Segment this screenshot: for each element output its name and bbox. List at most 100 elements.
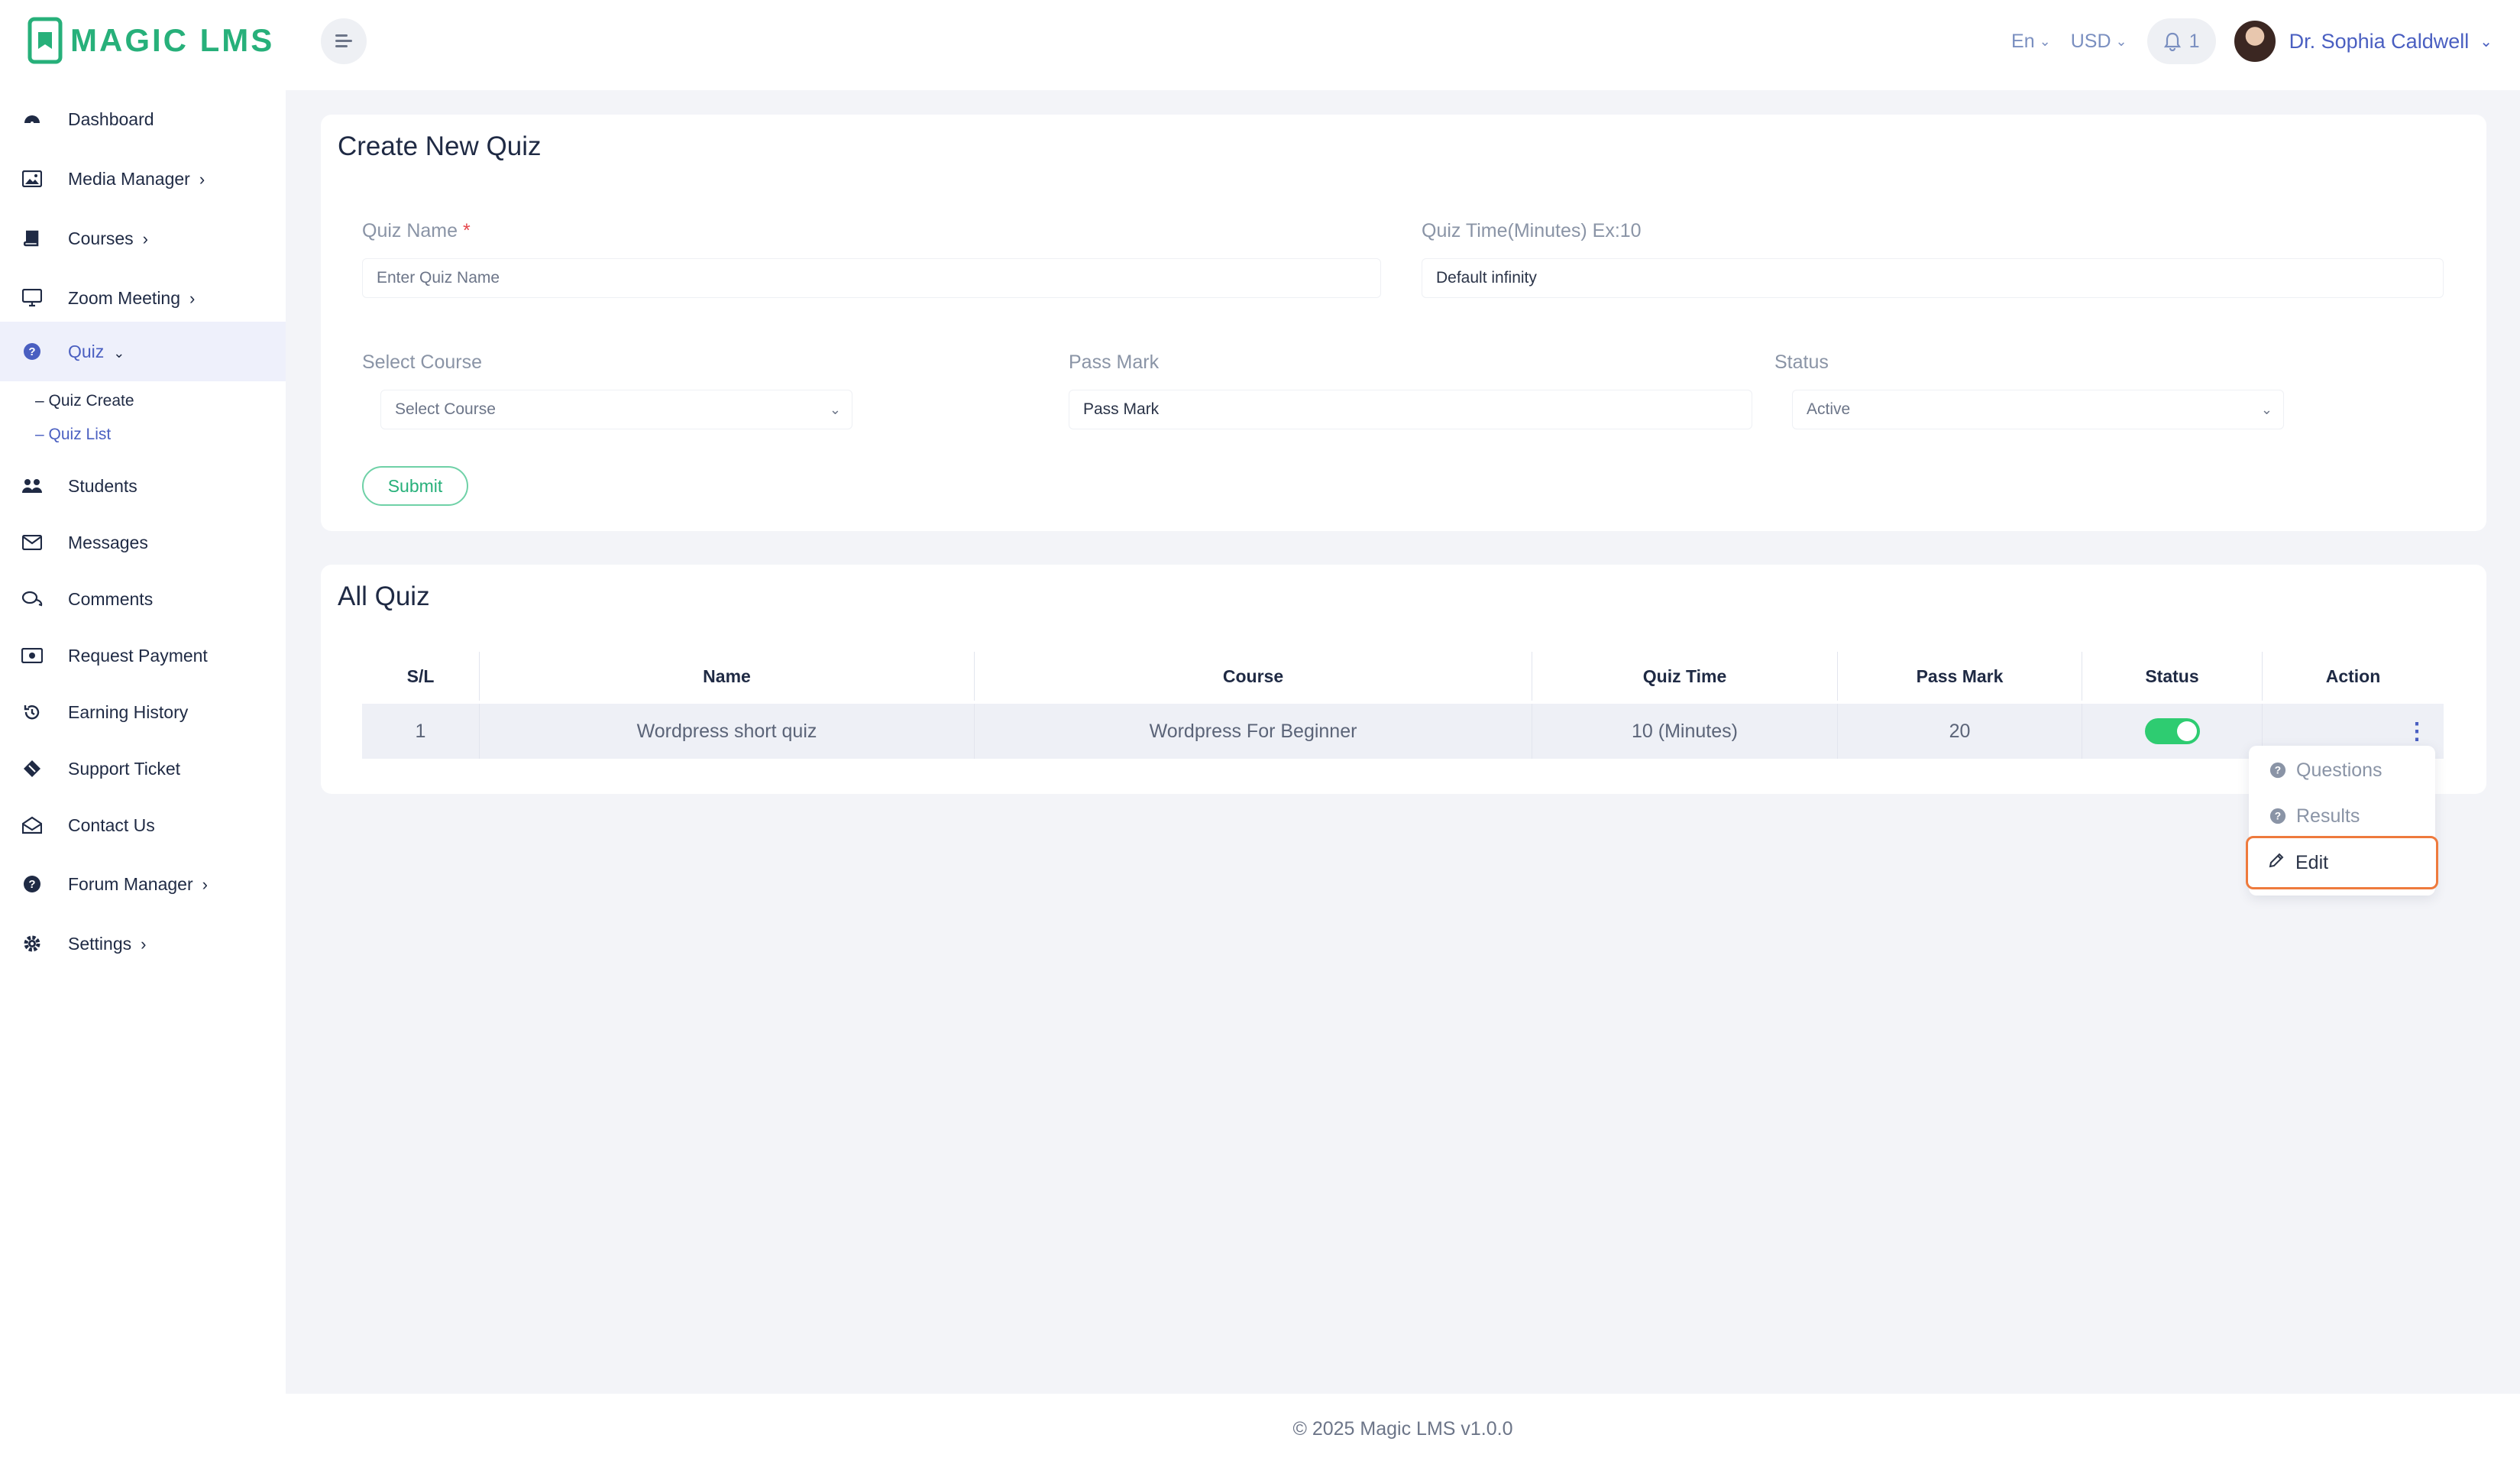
table-header: S/L Name Course Quiz Time Pass Mark Stat…	[362, 652, 2444, 701]
gear-icon	[21, 933, 43, 954]
pencil-icon	[2268, 852, 2285, 874]
status-value: Active	[1807, 400, 1851, 418]
logo-book-icon	[27, 17, 63, 64]
notification-count: 1	[2188, 30, 2200, 52]
sidebar-item-contact-us[interactable]: Contact Us	[0, 797, 286, 853]
sidebar-item-courses[interactable]: Courses ›	[0, 209, 286, 267]
envelope-open-icon	[21, 815, 43, 836]
sidebar-item-label: Quiz ⌄	[68, 341, 125, 361]
status-select[interactable]: Active ⌄	[1792, 390, 2284, 429]
column-header-course[interactable]: Course	[975, 652, 1532, 701]
cell-status	[2082, 704, 2263, 759]
logo-text: MAGIC LMS	[70, 22, 275, 58]
users-icon	[21, 475, 43, 497]
sidebar-item-support-ticket[interactable]: Support Ticket	[0, 740, 286, 797]
quiz-time-input[interactable]: Default infinity	[1422, 258, 2444, 298]
status-toggle[interactable]	[2144, 718, 2200, 744]
column-header-sl[interactable]: S/L	[362, 652, 480, 701]
menu-item-edit[interactable]: Edit	[2246, 836, 2438, 889]
menu-item-label: Questions	[2296, 759, 2383, 781]
chevron-right-icon: ›	[199, 169, 205, 189]
pass-mark-input[interactable]: Pass Mark	[1069, 390, 1752, 429]
chevron-right-icon: ›	[202, 874, 208, 894]
sidebar-item-label: Comments	[68, 588, 154, 609]
chevron-down-icon: ⌄	[2039, 33, 2051, 49]
pass-mark-label: Pass Mark	[1069, 351, 1160, 373]
question-circle-icon: ?	[21, 873, 43, 895]
sidebar-item-label: Settings ›	[68, 933, 147, 954]
question-circle-icon: ?	[21, 341, 43, 362]
column-header-status[interactable]: Status	[2082, 652, 2263, 701]
sidebar-item-zoom-meeting[interactable]: Zoom Meeting ›	[0, 269, 286, 327]
select-course-label: Select Course	[362, 351, 483, 373]
menu-item-questions[interactable]: ? Questions	[2269, 755, 2383, 785]
column-header-pass-mark[interactable]: Pass Mark	[1838, 652, 2082, 701]
currency-select[interactable]: USD ⌄	[2071, 31, 2127, 53]
sidebar-item-label: Media Manager ›	[68, 168, 205, 189]
sidebar-subitem-quiz-list[interactable]: – Quiz List	[35, 426, 111, 444]
sidebar-item-label: Contact Us	[68, 815, 155, 835]
chevron-down-icon: ⌄	[113, 345, 125, 361]
column-header-quiz-time[interactable]: Quiz Time	[1532, 652, 1838, 701]
column-header-name[interactable]: Name	[480, 652, 975, 701]
all-quiz-card: All Quiz S/L Name Course Quiz Time Pass …	[321, 565, 2486, 794]
sidebar-item-quiz[interactable]: ? Quiz ⌄	[0, 322, 286, 381]
chevron-right-icon: ›	[141, 934, 147, 954]
sidebar-item-settings[interactable]: Settings ›	[0, 914, 286, 973]
cell-name: Wordpress short quiz	[480, 704, 975, 759]
sidebar-item-earning-history[interactable]: Earning History	[0, 684, 286, 740]
sidebar-item-students[interactable]: Students	[0, 458, 286, 514]
column-header-action: Action	[2325, 666, 2381, 686]
money-bill-icon	[21, 645, 43, 666]
menu-item-label: Results	[2296, 805, 2360, 827]
svg-text:?: ?	[2275, 765, 2281, 776]
all-quiz-title: All Quiz	[338, 581, 430, 611]
app-logo[interactable]: MAGIC LMS	[27, 17, 274, 64]
chevron-right-icon: ›	[189, 288, 196, 308]
quiz-name-input[interactable]: Enter Quiz Name	[362, 258, 1381, 298]
sidebar-toggle-button[interactable]	[321, 18, 367, 64]
user-name[interactable]: Dr. Sophia Caldwell	[2289, 30, 2470, 53]
top-header: MAGIC LMS En ⌄ USD ⌄ 1 Dr. Sophia Caldwe…	[0, 0, 2520, 90]
sidebar-item-label: Support Ticket	[68, 758, 181, 779]
monitor-icon	[21, 287, 43, 309]
chevron-down-icon: ⌄	[829, 402, 841, 417]
sidebar-item-comments[interactable]: Comments	[0, 571, 286, 627]
history-icon	[21, 701, 43, 723]
footer-copyright: © 2025 Magic LMS v1.0.0	[1292, 1417, 1513, 1440]
image-icon	[21, 168, 43, 189]
menu-lines-icon	[335, 34, 352, 47]
chevron-down-icon: ⌄	[2260, 402, 2273, 417]
svg-text:?: ?	[28, 878, 35, 891]
create-quiz-card: Create New Quiz Quiz Name * Enter Quiz N…	[321, 115, 2486, 531]
avatar[interactable]	[2232, 19, 2277, 63]
table-row: 1 Wordpress short quiz Wordpress For Beg…	[362, 704, 2444, 759]
menu-item-results[interactable]: ? Results	[2269, 801, 2360, 831]
status-label: Status	[1774, 351, 1829, 373]
footer: © 2025 Magic LMS v1.0.0	[286, 1394, 2520, 1464]
language-select[interactable]: En ⌄	[2011, 31, 2051, 53]
chevron-down-icon[interactable]: ⌄	[2480, 32, 2493, 51]
sidebar-item-media-manager[interactable]: Media Manager ›	[0, 150, 286, 208]
language-value: En	[2011, 30, 2035, 52]
dashboard-icon	[21, 109, 43, 130]
header-right: En ⌄ USD ⌄ 1 Dr. Sophia Caldwell ⌄	[2011, 17, 2493, 66]
more-vertical-icon[interactable]: ⋮	[2405, 718, 2428, 745]
sidebar-item-label: Zoom Meeting ›	[68, 287, 196, 308]
question-circle-icon: ?	[2269, 761, 2287, 779]
sidebar-subitem-quiz-create[interactable]: – Quiz Create	[35, 392, 134, 410]
submit-button[interactable]: Submit	[362, 466, 468, 506]
quiz-time-label: Quiz Time(Minutes) Ex:10	[1422, 220, 1642, 241]
sidebar-item-label: Messages	[68, 532, 148, 552]
cell-sl: 1	[362, 704, 480, 759]
notifications-button[interactable]: 1	[2146, 18, 2216, 64]
bell-icon	[2163, 32, 2181, 51]
sidebar-item-messages[interactable]: Messages	[0, 514, 286, 571]
sidebar-item-forum-manager[interactable]: ? Forum Manager ›	[0, 854, 286, 914]
sidebar-item-dashboard[interactable]: Dashboard	[0, 90, 286, 148]
select-course-dropdown[interactable]: Select Course ⌄	[380, 390, 852, 429]
sidebar-item-request-payment[interactable]: Request Payment	[0, 627, 286, 684]
sidebar-item-label: Students	[68, 475, 137, 496]
ticket-icon	[21, 758, 43, 779]
envelope-icon	[21, 532, 43, 553]
